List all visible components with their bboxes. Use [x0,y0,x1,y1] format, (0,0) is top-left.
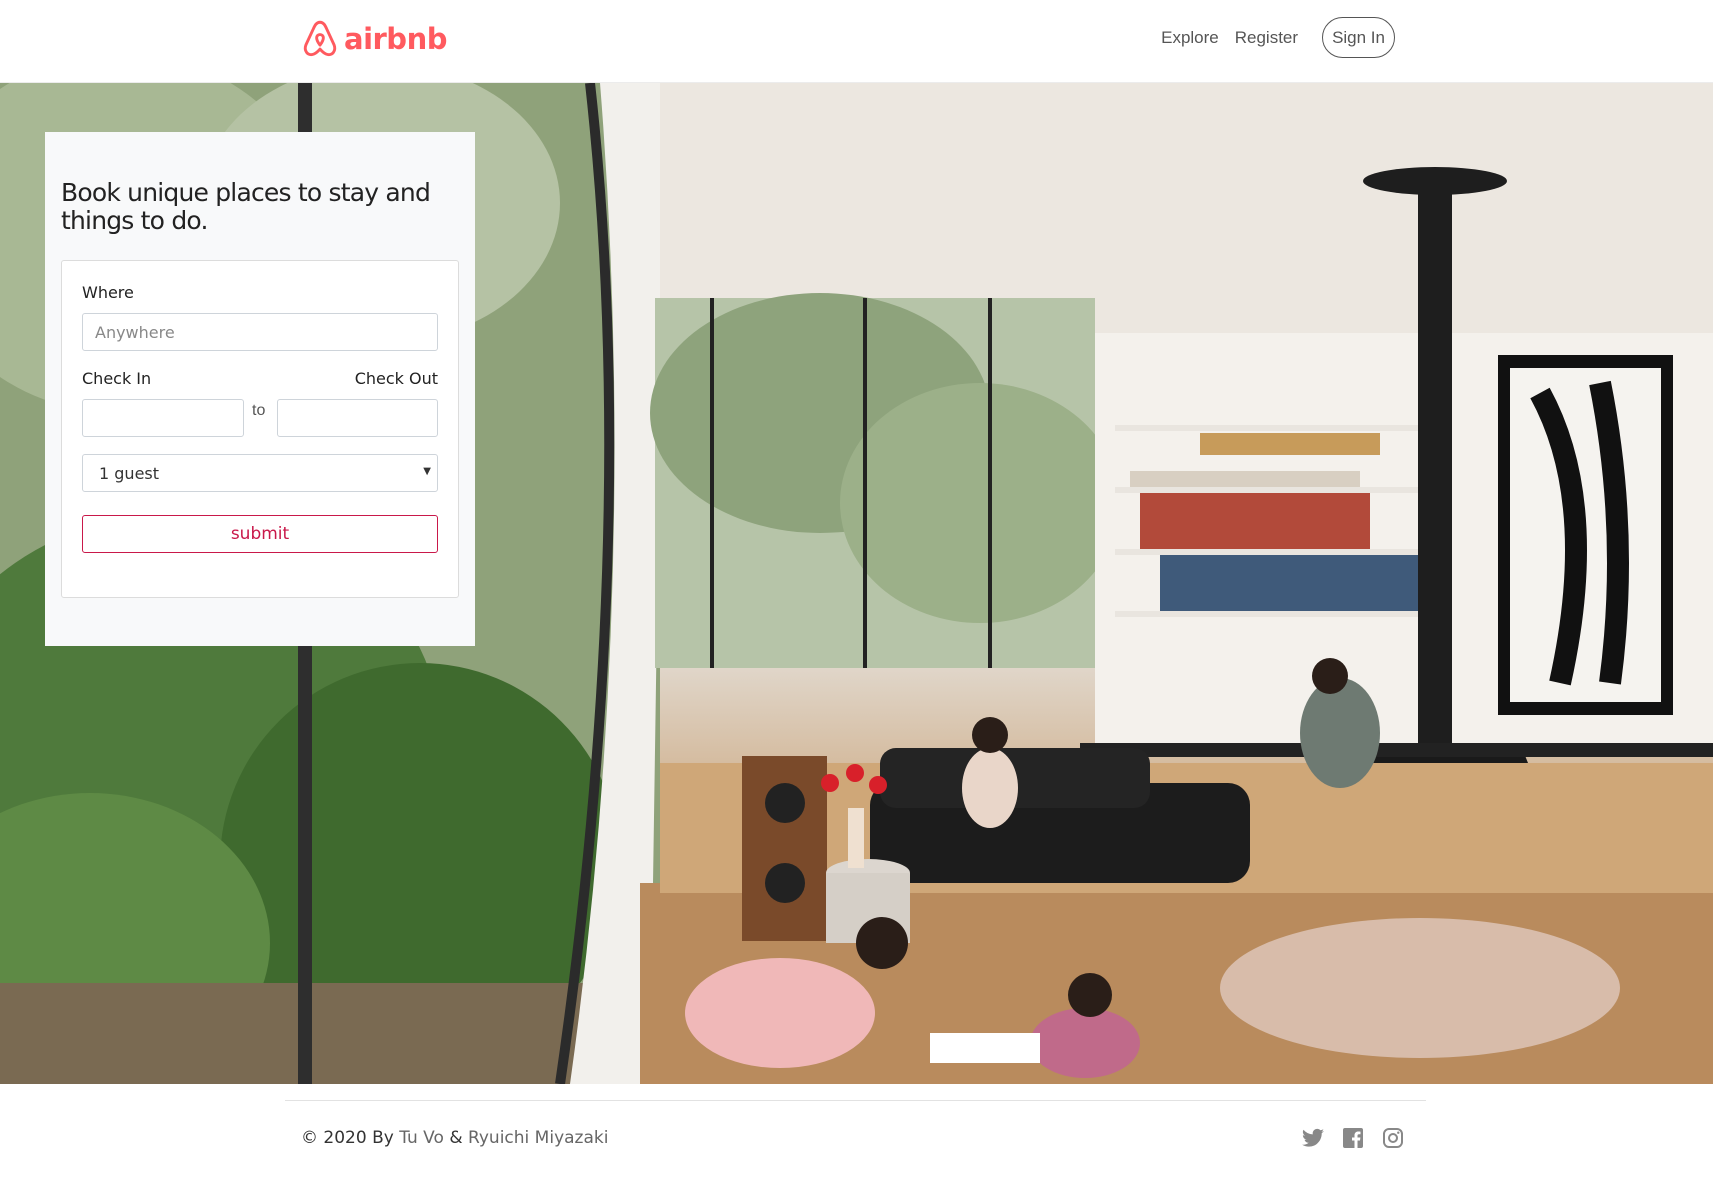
sign-in-button[interactable]: Sign In [1322,17,1395,58]
author-link-tu-vo[interactable]: Tu Vo [399,1128,444,1148]
nav-links: Explore Register Sign In [1161,17,1395,58]
select-caret-icon: ▼ [423,466,431,477]
date-range-separator: to [252,402,266,419]
check-out-label: Check Out [354,369,438,388]
check-out-input[interactable] [277,399,438,437]
instagram-icon[interactable] [1381,1126,1405,1150]
footer-divider [285,1100,1426,1101]
airbnb-logo[interactable]: airbnb [302,20,447,58]
submit-button[interactable]: submit [82,515,438,553]
booking-title: Book unique places to stay and things to… [61,178,431,235]
booking-card: Book unique places to stay and things to… [45,132,475,646]
where-placeholder: Anywhere [95,322,175,342]
copyright-text: © 2020 By [301,1128,394,1148]
twitter-icon[interactable] [1301,1126,1325,1150]
guests-select[interactable]: 1 guest ▼ [82,454,438,492]
author-link-ryuichi-miyazaki[interactable]: Ryuichi Miyazaki [468,1128,608,1148]
social-links [1301,1126,1405,1150]
logo-text: airbnb [344,22,447,56]
nav-explore-link[interactable]: Explore [1161,28,1219,48]
footer-credits: © 2020 By Tu Vo & Ryuichi Miyazaki [301,1128,608,1148]
where-label: Where [82,283,134,302]
ampersand-text: & [449,1128,463,1148]
footer: © 2020 By Tu Vo & Ryuichi Miyazaki [0,1084,1713,1186]
facebook-icon[interactable] [1341,1126,1365,1150]
nav-register-link[interactable]: Register [1235,28,1298,48]
check-in-input[interactable] [82,399,244,437]
airbnb-logo-icon [303,20,337,57]
guests-selected-value: 1 guest [99,463,160,483]
where-input[interactable]: Anywhere [82,313,438,351]
check-in-label: Check In [82,369,152,388]
hero-section: Book unique places to stay and things to… [0,83,1713,1084]
top-navbar: airbnb Explore Register Sign In [0,0,1713,83]
booking-form: Where Anywhere Check In Check Out to 1 g… [61,260,459,598]
